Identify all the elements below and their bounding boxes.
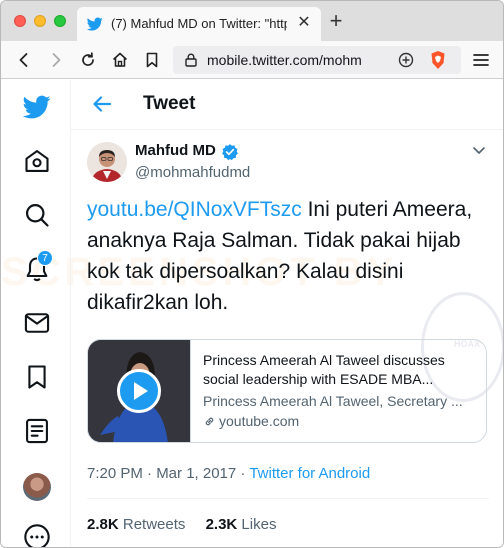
tweet-meta: 7:20 PM · Mar 1, 2017 · Twitter for Andr… [87, 465, 370, 482]
tweet-source[interactable]: Twitter for Android [249, 465, 370, 482]
link-icon [205, 417, 214, 426]
lock-icon [185, 53, 197, 67]
card-domain: youtube.com [203, 413, 299, 429]
link-card[interactable]: Princess Ameerah Al Taweel discusses soc… [87, 339, 487, 443]
tweet-timestamp[interactable]: 7:20 PM · Mar 1, 2017 · [87, 465, 249, 482]
forward-arrow-icon[interactable] [46, 50, 66, 70]
more-icon[interactable] [23, 523, 51, 547]
hamburger-menu-icon[interactable] [471, 51, 491, 69]
author-name[interactable]: Mahfud MD [135, 142, 216, 159]
home-icon[interactable] [110, 50, 130, 70]
notification-badge: 7 [37, 250, 53, 266]
bookmark-page-icon[interactable] [142, 50, 162, 70]
tweet-text: youtu.be/QINoxVFTszc Ini puteri Ameera, … [87, 194, 495, 318]
url-text[interactable]: mobile.twitter.com/mohm [207, 52, 387, 68]
play-button[interactable] [117, 369, 161, 413]
card-title[interactable]: Princess Ameerah Al Taweel discusses soc… [203, 351, 475, 389]
card-description: Princess Ameerah Al Taweel, Secretary ..… [203, 393, 463, 409]
back-arrow-icon[interactable] [14, 50, 34, 70]
tab-bar: (7) Mahfud MD on Twitter: "https:/ ✕ + [1, 1, 503, 41]
twitter-favicon-icon [87, 17, 103, 31]
page-title: Tweet [143, 93, 196, 114]
bookmarks-icon[interactable] [23, 363, 51, 391]
chevron-down-icon[interactable] [471, 142, 487, 158]
tweet-header: Tweet [71, 80, 503, 130]
tab-title: (7) Mahfud MD on Twitter: "https:/ [111, 16, 287, 31]
reload-icon[interactable] [78, 50, 98, 70]
new-tab-button[interactable]: + [327, 10, 345, 32]
likes-count: 2.3K [205, 516, 238, 533]
likes-stat[interactable]: 2.3K Likes [206, 516, 277, 533]
card-domain-text: youtube.com [219, 413, 300, 429]
brave-shield-icon[interactable] [429, 50, 447, 70]
navigation-bar: mobile.twitter.com/mohm [1, 41, 503, 79]
url-bar[interactable]: mobile.twitter.com/mohm [173, 46, 461, 74]
retweets-label: Retweets [122, 516, 186, 533]
video-thumbnail[interactable] [88, 340, 191, 442]
likes-label: Likes [241, 516, 277, 533]
tweet-stats: 2.8K Retweets 2.3K Likes [87, 516, 292, 533]
sidebar-nav: 7 [1, 80, 71, 547]
twitter-page: SCREENSHOT BY HOAX 7 Tweet Mahfud MD @mo… [1, 80, 503, 547]
tab-close-icon[interactable]: ✕ [295, 14, 313, 32]
search-icon[interactable] [23, 201, 51, 229]
retweets-count: 2.8K [87, 516, 119, 533]
twitter-logo-icon[interactable] [22, 93, 51, 121]
divider [87, 498, 489, 499]
back-arrow-icon[interactable] [91, 93, 113, 115]
home-icon[interactable] [23, 147, 51, 175]
verified-badge-icon [222, 144, 238, 161]
author-handle[interactable]: @mohmahfudmd [135, 164, 250, 181]
tweet-column: Tweet Mahfud MD @mohmahfudmd youtu.be/QI… [71, 80, 503, 547]
active-tab[interactable]: (7) Mahfud MD on Twitter: "https:/ ✕ [77, 7, 321, 41]
browser-window: (7) Mahfud MD on Twitter: "https:/ ✕ + m… [0, 0, 504, 548]
add-bookmark-icon[interactable] [397, 51, 415, 69]
maximize-window-button[interactable] [54, 15, 66, 27]
close-window-button[interactable] [14, 15, 26, 27]
messages-icon[interactable] [23, 309, 51, 337]
tweet-link[interactable]: youtu.be/QINoxVFTszc [87, 198, 302, 221]
lists-icon[interactable] [23, 417, 51, 445]
profile-avatar[interactable] [23, 473, 51, 501]
author-avatar[interactable] [87, 142, 127, 182]
retweets-stat[interactable]: 2.8K Retweets [87, 516, 185, 533]
minimize-window-button[interactable] [34, 15, 46, 27]
